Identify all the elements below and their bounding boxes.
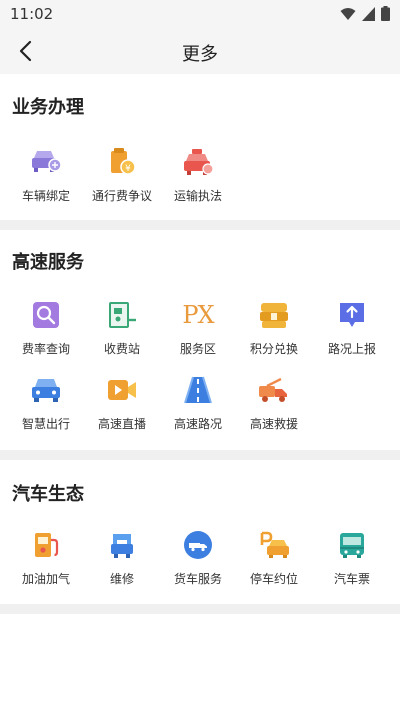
- page-title: 更多: [182, 44, 218, 65]
- parking-icon: [257, 528, 291, 562]
- item-label: 运输执法: [173, 189, 222, 203]
- highway-live-icon: [105, 373, 139, 407]
- grid-item-points-exchange[interactable]: 积分兑换: [236, 298, 312, 364]
- grid-item-truck-service[interactable]: 货车服务: [160, 528, 236, 594]
- service-area-icon: PX: [182, 301, 214, 329]
- grid-item-rate-query[interactable]: 费率查询: [8, 298, 84, 364]
- rate-query-icon: [29, 298, 63, 332]
- grid-item-parking[interactable]: 停车约位: [236, 528, 312, 594]
- item-label: 汽车票: [333, 572, 370, 586]
- item-label: 车辆绑定: [21, 189, 70, 203]
- status-time: 11:02: [10, 5, 54, 23]
- car-bind-icon: [29, 145, 63, 179]
- grid-item-highway-live[interactable]: 高速直播: [84, 373, 160, 439]
- grid-item-bus-ticket[interactable]: 汽车票: [314, 528, 390, 594]
- section-title-highway: 高速服务: [12, 252, 84, 273]
- item-label: 智慧出行: [21, 417, 70, 431]
- toll-station-icon: [105, 298, 139, 332]
- grid-item-road-report[interactable]: 路况上报: [314, 298, 390, 364]
- item-label: 路况上报: [327, 342, 376, 356]
- wifi-icon: [340, 7, 356, 20]
- signal-icon: [362, 6, 375, 21]
- grid-item-toll-station[interactable]: 收费站: [84, 298, 160, 364]
- grid-item-car-bind[interactable]: 车辆绑定: [8, 145, 84, 211]
- section-divider: [0, 220, 400, 230]
- svg-text:¥: ¥: [125, 164, 131, 174]
- grid-item-service-area[interactable]: PX 服务区: [160, 298, 236, 364]
- item-label: 高速直播: [97, 417, 146, 431]
- road-report-icon: [335, 298, 369, 332]
- bus-ticket-icon: [335, 528, 369, 562]
- battery-icon: [381, 6, 390, 21]
- grid-item-highway-rescue[interactable]: 高速救援: [236, 373, 312, 439]
- fuel-icon: [29, 528, 63, 562]
- section-title-auto: 汽车生态: [12, 484, 84, 505]
- grid-item-toll-dispute[interactable]: ¥ 通行费争议: [84, 145, 160, 211]
- highway-rescue-icon: [257, 373, 291, 407]
- smart-travel-icon: [29, 373, 63, 407]
- item-label: 高速路况: [173, 417, 222, 431]
- item-label: 维修: [109, 572, 134, 586]
- section-divider: [0, 450, 400, 460]
- grid-item-highway-road[interactable]: 高速路况: [160, 373, 236, 439]
- truck-service-icon: [181, 528, 215, 562]
- item-label: 高速救援: [249, 417, 298, 431]
- transport-enforcement-icon: [181, 145, 215, 179]
- item-label: 费率查询: [21, 342, 70, 356]
- item-label: 货车服务: [173, 572, 222, 586]
- points-exchange-icon: [257, 298, 291, 332]
- item-label: 服务区: [179, 342, 216, 356]
- grid-item-transport-enforcement[interactable]: 运输执法: [160, 145, 236, 211]
- item-label: 停车约位: [249, 572, 298, 586]
- item-label: 收费站: [103, 342, 140, 356]
- item-label: 积分兑换: [249, 342, 298, 356]
- section-divider: [0, 604, 400, 614]
- nav-bar: 更多: [0, 28, 400, 74]
- item-label: 通行费争议: [91, 189, 152, 203]
- section-title-business: 业务办理: [12, 97, 84, 118]
- repair-icon: [105, 528, 139, 562]
- highway-road-icon: [181, 373, 215, 407]
- grid-item-repair[interactable]: 维修: [84, 528, 160, 594]
- toll-dispute-icon: ¥: [105, 145, 139, 179]
- status-bar: 11:02: [0, 0, 400, 28]
- grid-item-fuel[interactable]: 加油加气: [8, 528, 84, 594]
- grid-item-smart-travel[interactable]: 智慧出行: [8, 373, 84, 439]
- status-icons: [340, 6, 390, 21]
- item-label: 加油加气: [21, 572, 70, 586]
